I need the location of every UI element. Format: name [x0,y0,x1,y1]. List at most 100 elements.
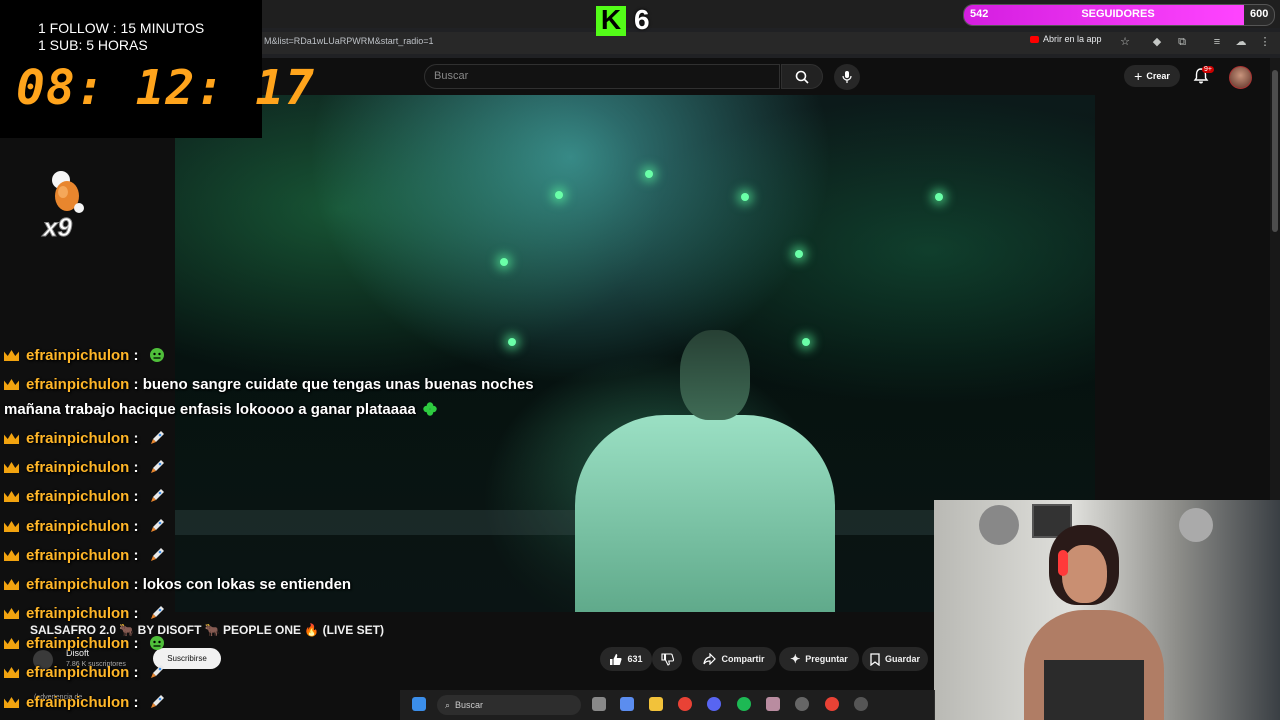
search-icon: ⌕ [445,699,451,710]
countdown-timer: 08: 12: 17 [16,60,315,116]
chat-message: efrainpichulon : bueno sangre cuidate qu… [4,376,534,393]
star-icon[interactable]: ☆ [1118,35,1132,49]
search-button[interactable] [781,64,823,89]
rocket-emote-icon [150,519,164,532]
chat-separator: : [129,605,143,622]
chat-username: efrainpichulon [26,518,130,535]
hulk-emote-icon [149,348,164,362]
taskbar-search[interactable]: ⌕ Buscar [437,695,581,715]
dj-figure [575,415,835,612]
like-count: 631 [627,654,643,664]
chat-separator: : [129,576,143,593]
chat-text: bueno sangre cuidate que tengas unas bue… [142,376,534,393]
settings-gear-icon[interactable] [795,697,809,711]
task-view-icon[interactable] [592,697,606,711]
bookmark-icon [870,652,880,666]
spotify-icon[interactable] [737,697,751,711]
chat-text: lokos con lokas se entienden [142,576,352,593]
save-label: Guardar [884,654,920,664]
chat-message: efrainpichulon : [4,430,165,447]
reading-list-icon[interactable]: ≡ [1210,35,1224,49]
plus-icon: + [1134,68,1143,84]
share-arrow-icon [703,653,717,665]
chat-separator: : [129,488,143,505]
rocket-emote-icon [150,665,164,678]
menu-kebab-icon[interactable]: ⋮ [1258,35,1272,49]
chat-separator: : [129,664,143,681]
chat-separator: : [129,347,143,364]
follower-goal-current: 542 [970,8,989,20]
sparkle-icon: ✦ [790,652,801,666]
windows-start-icon[interactable] [412,697,426,711]
dislike-button[interactable] [652,647,682,671]
chat-message: efrainpichulon : [4,694,165,711]
crown-badge-icon [4,638,19,649]
open-in-app-label: Abrir en la app [1043,34,1102,44]
search-icon [795,70,809,84]
hulk-emote-icon [149,636,164,650]
account-avatar[interactable] [1229,66,1252,89]
chat-separator: : [129,459,143,476]
follow-rule-text: 1 FOLLOW : 15 MINUTOS [38,20,205,36]
chat-username: efrainpichulon [26,576,130,593]
search-input[interactable] [424,64,780,89]
save-button[interactable]: Guardar [862,647,928,671]
chat-separator: : [129,547,143,564]
ask-button[interactable]: ✦ Preguntar [779,647,859,671]
youtube-icon [1030,35,1039,43]
share-button[interactable]: Compartir [692,647,776,671]
create-label: Crear [1146,71,1170,81]
chat-separator: : [129,518,143,535]
crown-badge-icon [4,579,19,590]
webcam-feed [934,500,1280,720]
chat-username: efrainpichulon [26,635,130,652]
chat-message: efrainpichulon : [4,547,165,564]
app-icon[interactable] [766,697,780,711]
rocket-emote-icon [150,431,164,444]
chat-message: efrainpichulon : [4,605,165,622]
discord-icon[interactable] [707,697,721,711]
chat-message: efrainpichulon : [4,459,165,476]
voice-search-button[interactable] [834,64,860,90]
rocket-emote-icon [150,606,164,619]
open-in-app-button[interactable]: Abrir en la app [1030,34,1102,44]
address-bar-url[interactable]: M&list=RDa1wLUaRPWRM&start_radio=1 [264,36,434,46]
chat-username: efrainpichulon [26,694,130,711]
file-explorer-icon[interactable] [649,697,663,711]
kick-viewer-count: 6 [634,4,650,35]
clover-emote-icon [423,402,437,416]
crown-badge-icon [4,462,19,473]
chat-separator: : [129,430,143,447]
crown-badge-icon [4,521,19,532]
follower-goal-target: 600 [1250,8,1269,20]
rocket-emote-icon [150,489,164,502]
profile-sync-icon[interactable]: ☁ [1234,35,1248,49]
chat-message: efrainpichulon : [4,488,165,505]
crown-badge-icon [4,491,19,502]
crown-badge-icon [4,379,19,390]
media-player-icon[interactable] [854,697,868,711]
kick-logo-letter: K [600,4,622,35]
thumbs-up-icon [610,653,623,665]
chrome-icon[interactable] [678,697,692,711]
scrollbar-thumb[interactable] [1272,70,1278,232]
chat-message: efrainpichulon : [4,347,165,364]
search-placeholder: Buscar [434,70,469,82]
crown-badge-icon [4,550,19,561]
chrome-active-icon[interactable] [825,697,839,711]
crown-badge-icon [4,667,19,678]
extension-diamond-icon[interactable]: ◆ [1150,35,1164,49]
crown-badge-icon [4,608,19,619]
crown-badge-icon [4,697,19,708]
taskbar-search-label: Buscar [455,700,484,710]
like-button[interactable]: 631 [600,647,652,671]
sub-rule-text: 1 SUB: 5 HORAS [38,37,148,53]
create-button[interactable]: + Crear [1124,65,1180,87]
share-label: Compartir [721,654,765,664]
rocket-emote-icon [150,460,164,473]
chat-username: efrainpichulon [26,488,130,505]
extensions-puzzle-icon[interactable]: ⧉ [1175,35,1189,49]
chat-message: mañana trabajo hacique enfasis lokoooo a… [4,401,438,418]
copilot-icon[interactable] [620,697,634,711]
thumbs-down-icon [660,652,674,666]
